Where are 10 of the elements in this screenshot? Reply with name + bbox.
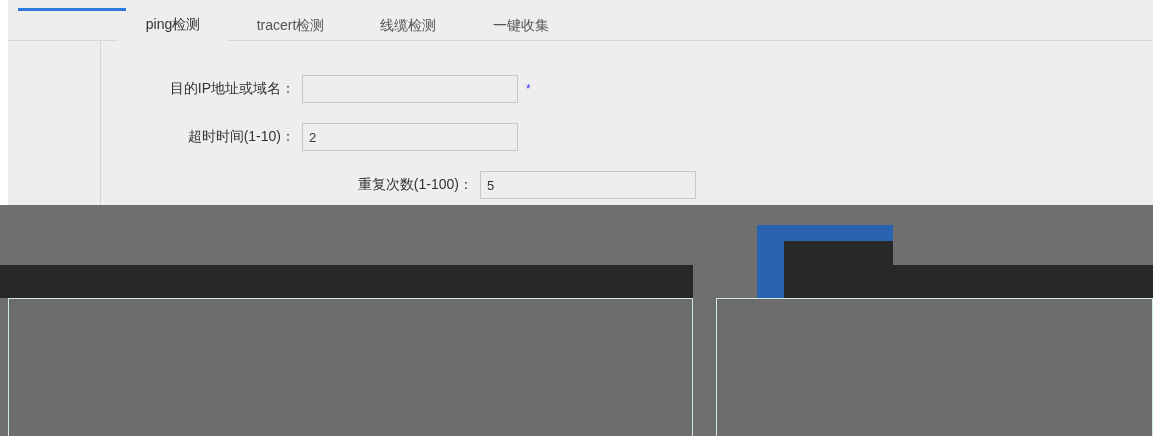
input-field[interactable] [302, 75, 518, 103]
input-field[interactable]: 5 [480, 171, 696, 199]
field-label: 超时时间(1-10)： [186, 128, 295, 146]
tab[interactable]: tracert检测 [228, 11, 353, 41]
field-label: 重复次数(1-100)： [356, 176, 473, 194]
tab[interactable]: 线缆检测 [353, 11, 463, 41]
tab[interactable]: 一键收集 [463, 11, 578, 41]
input-field[interactable]: 2 [302, 123, 518, 151]
field-label: 目的IP地址或域名： [168, 80, 295, 98]
required-mark: * [526, 82, 531, 96]
